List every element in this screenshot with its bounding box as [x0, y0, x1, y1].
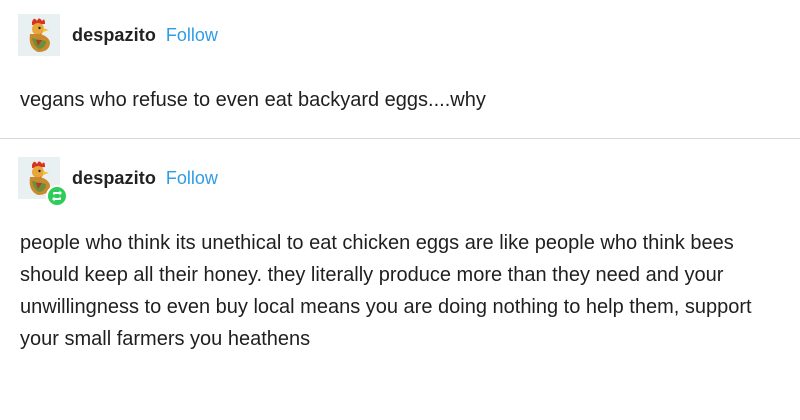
post-reblog: despazito Follow people who think its un… [0, 139, 800, 420]
follow-button[interactable]: Follow [166, 168, 218, 189]
post-header: despazito Follow [18, 14, 218, 56]
avatar[interactable] [18, 14, 60, 56]
follow-button[interactable]: Follow [166, 25, 218, 46]
avatar[interactable] [18, 157, 68, 207]
post-body-text: vegans who refuse to even eat backyard e… [20, 89, 486, 111]
rooster-avatar-icon [18, 14, 60, 56]
reblog-icon [48, 187, 66, 205]
post-original: despazito Follow vegans who refuse to ev… [0, 0, 800, 138]
post-header: despazito Follow [18, 157, 218, 207]
username[interactable]: despazito [72, 168, 156, 189]
reblog-badge [46, 185, 68, 207]
post-body-text: people who think its unethical to eat ch… [20, 232, 752, 350]
username[interactable]: despazito [72, 25, 156, 46]
